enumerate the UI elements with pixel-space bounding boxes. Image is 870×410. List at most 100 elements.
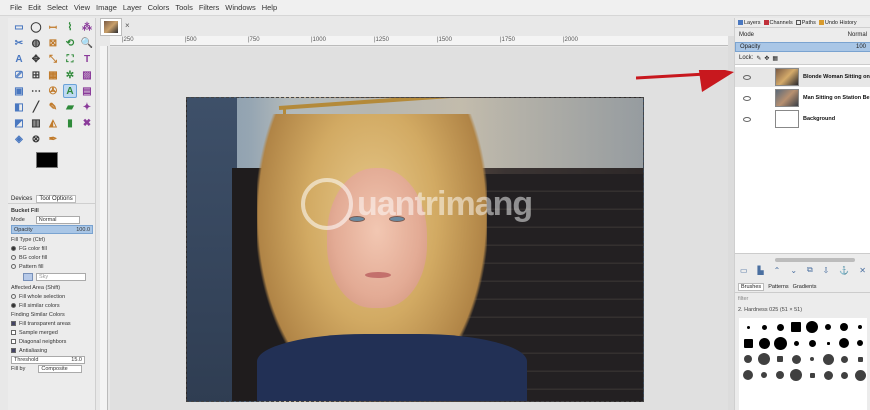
tab-brushes[interactable]: Brushes bbox=[738, 283, 765, 291]
tab-patterns[interactable]: Patterns bbox=[768, 284, 788, 290]
brush-preview[interactable] bbox=[853, 320, 867, 334]
tool-button[interactable]: ✂ bbox=[12, 36, 26, 50]
tool-button[interactable]: ▨ bbox=[80, 68, 94, 82]
tool-button[interactable]: ꟷ bbox=[46, 20, 60, 34]
layer-mode-select[interactable]: Normal bbox=[848, 32, 867, 38]
lock-alpha-icon[interactable]: ▦ bbox=[772, 55, 778, 62]
brush-preview[interactable] bbox=[837, 336, 851, 350]
brush-preview[interactable] bbox=[821, 352, 835, 366]
brush-preview[interactable] bbox=[741, 352, 755, 366]
menu-select[interactable]: Select bbox=[47, 3, 68, 12]
mode-select[interactable]: Normal bbox=[35, 215, 80, 224]
brush-preview[interactable] bbox=[773, 336, 787, 350]
tool-button[interactable]: 🔍 bbox=[80, 36, 94, 50]
threshold-row[interactable]: Threshold 15.0 bbox=[8, 355, 96, 364]
tool-button[interactable]: ◭ bbox=[46, 116, 60, 130]
tool-button[interactable]: ◧ bbox=[12, 100, 26, 114]
tool-button[interactable]: ✇ bbox=[46, 84, 60, 98]
duplicate-layer-icon[interactable]: ⧉ bbox=[807, 265, 813, 275]
tool-button[interactable]: ▣ bbox=[12, 84, 26, 98]
brush-preview[interactable] bbox=[805, 336, 819, 350]
visibility-eye-icon[interactable] bbox=[743, 116, 751, 122]
radio-similar-colors[interactable] bbox=[11, 303, 16, 308]
brush-preview[interactable] bbox=[757, 320, 771, 334]
tool-button[interactable]: ▤ bbox=[80, 84, 94, 98]
image-tab-close-icon[interactable]: × bbox=[125, 21, 130, 30]
brush-preview[interactable] bbox=[821, 320, 835, 334]
brush-preview[interactable] bbox=[821, 368, 835, 382]
layer-row[interactable]: Background bbox=[735, 109, 870, 129]
new-layer-icon[interactable]: ▭ bbox=[740, 266, 748, 275]
tool-button[interactable]: ⌇ bbox=[63, 20, 77, 34]
checkbox-transparent[interactable] bbox=[11, 321, 16, 326]
fill-type-pattern[interactable]: Pattern fill bbox=[8, 262, 96, 271]
tool-button[interactable]: ✦ bbox=[80, 100, 94, 114]
tab-gradients[interactable]: Gradients bbox=[793, 284, 817, 290]
tool-button[interactable]: ▥ bbox=[29, 116, 43, 130]
menu-filters[interactable]: Filters bbox=[199, 3, 219, 12]
brush-preview[interactable] bbox=[773, 368, 787, 382]
tool-button[interactable]: ⊗ bbox=[29, 132, 43, 146]
checkbox-diagonal[interactable] bbox=[11, 339, 16, 344]
tool-button[interactable]: ▰ bbox=[63, 100, 77, 114]
layers-horizontal-scrollbar[interactable] bbox=[775, 258, 855, 262]
checkbox-antialias[interactable] bbox=[11, 348, 16, 353]
check-merged[interactable]: Sample merged bbox=[8, 328, 96, 337]
tab-tool-options[interactable]: Tool Options bbox=[36, 194, 76, 203]
tool-button[interactable]: ▭ bbox=[12, 20, 26, 34]
menu-file[interactable]: File bbox=[10, 3, 22, 12]
tab-undo-history[interactable]: Undo History bbox=[818, 20, 857, 26]
layer-opacity-slider[interactable]: Opacity 100 bbox=[735, 42, 870, 52]
brush-preview[interactable] bbox=[789, 352, 803, 366]
raise-layer-icon[interactable]: ⌃ bbox=[774, 266, 781, 275]
brush-preview[interactable] bbox=[741, 336, 755, 350]
tool-button[interactable]: ◩ bbox=[12, 116, 26, 130]
tab-devices[interactable]: Devices bbox=[11, 196, 32, 202]
new-layer-group-icon[interactable]: ▙ bbox=[758, 266, 764, 275]
checkbox-merged[interactable] bbox=[11, 330, 16, 335]
brush-preview[interactable] bbox=[789, 336, 803, 350]
image-canvas[interactable]: uantrimang bbox=[186, 97, 644, 402]
tool-button[interactable]: ╱ bbox=[29, 100, 43, 114]
check-antialias[interactable]: Antialiasing bbox=[8, 346, 96, 355]
lower-layer-icon[interactable]: ⌄ bbox=[790, 266, 797, 275]
brush-preview[interactable] bbox=[757, 368, 771, 382]
brush-preview[interactable] bbox=[773, 352, 787, 366]
lock-pixels-icon[interactable]: ✎ bbox=[756, 55, 761, 62]
layer-row[interactable]: Man Sitting on Station Be bbox=[735, 88, 870, 108]
tool-button[interactable]: ◍ bbox=[29, 36, 43, 50]
menu-tools[interactable]: Tools bbox=[175, 3, 193, 12]
brush-preview[interactable] bbox=[837, 320, 851, 334]
tab-channels[interactable]: Channels bbox=[763, 20, 793, 26]
tool-button[interactable]: ▦ bbox=[46, 68, 60, 82]
tool-button[interactable]: ▮ bbox=[63, 116, 77, 130]
brush-preview[interactable] bbox=[853, 336, 867, 350]
radio-pattern-fill[interactable] bbox=[11, 264, 16, 269]
brush-preview[interactable] bbox=[757, 352, 771, 366]
threshold-slider[interactable]: Threshold 15.0 bbox=[11, 355, 85, 364]
tool-button[interactable] bbox=[63, 132, 77, 146]
tab-layers[interactable]: Layers bbox=[738, 20, 761, 26]
tool-button[interactable]: ⛶ bbox=[63, 52, 77, 66]
brush-preview[interactable] bbox=[821, 336, 835, 350]
affected-similar[interactable]: Fill similar colors bbox=[8, 301, 96, 310]
tool-button[interactable]: ✲ bbox=[63, 68, 77, 82]
check-transparent[interactable]: Fill transparent areas bbox=[8, 319, 96, 328]
image-tab-thumbnail[interactable] bbox=[100, 18, 122, 36]
fill-by-select[interactable]: Composite bbox=[38, 364, 83, 373]
brush-preview[interactable] bbox=[805, 368, 819, 382]
menu-windows[interactable]: Windows bbox=[225, 3, 255, 12]
fill-type-bg[interactable]: BG color fill bbox=[8, 253, 96, 262]
menu-view[interactable]: View bbox=[74, 3, 90, 12]
tool-button[interactable]: ⊠ bbox=[46, 36, 60, 50]
tool-button[interactable]: ✒ bbox=[46, 132, 60, 146]
tool-button[interactable]: ✖ bbox=[80, 116, 94, 130]
menu-image[interactable]: Image bbox=[96, 3, 117, 12]
radio-whole-selection[interactable] bbox=[11, 294, 16, 299]
menu-help[interactable]: Help bbox=[262, 3, 277, 12]
tool-button[interactable]: ⋯ bbox=[29, 84, 43, 98]
tab-paths[interactable]: Paths bbox=[795, 20, 816, 26]
brush-preview[interactable] bbox=[741, 320, 755, 334]
tool-button[interactable]: ⤡ bbox=[46, 52, 60, 66]
tool-button[interactable]: ◯ bbox=[29, 20, 43, 34]
